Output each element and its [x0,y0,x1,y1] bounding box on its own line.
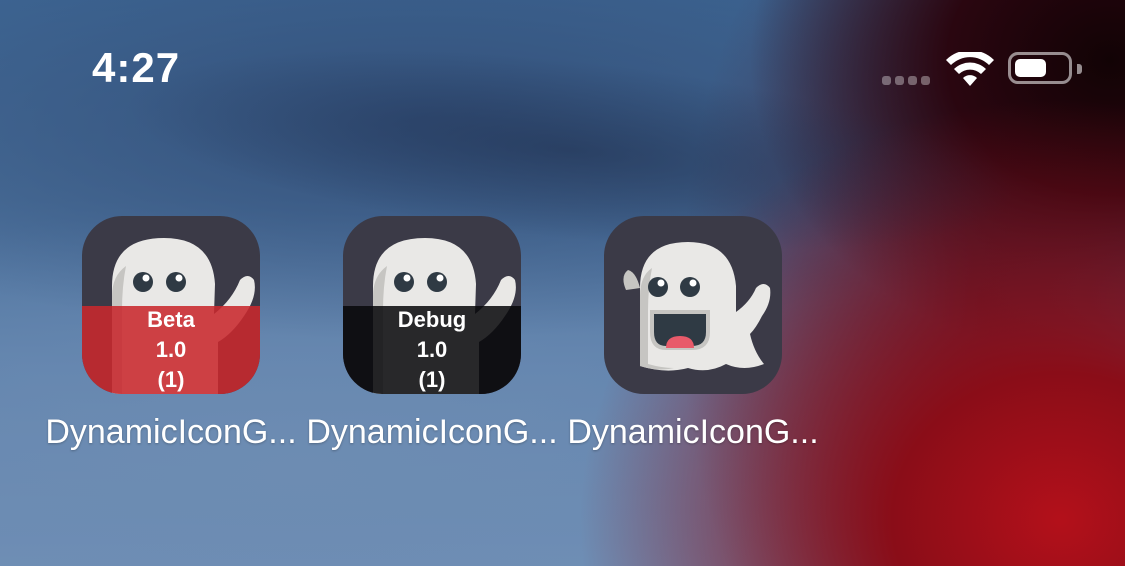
badge-build: (1) [157,367,185,392]
beta-badge: Beta 1.0 (1) [82,306,260,394]
debug-badge: Debug 1.0 (1) [343,306,521,394]
ghost-icon [623,242,771,371]
app-icon-beta[interactable]: Beta 1.0 (1) [82,216,260,394]
app-label: DynamicIconG... [45,413,297,451]
badge-variant: Debug [397,307,467,332]
badge-version: 1.0 [155,337,187,362]
badge-version: 1.0 [416,337,448,362]
app-dynamicicon-release[interactable]: DynamicIconG... [563,216,823,456]
battery-icon [1008,52,1082,84]
badge-variant: Beta [147,307,195,332]
status-bar: 4:27 [0,0,1125,120]
app-dynamicicon-beta[interactable]: Beta 1.0 (1) DynamicIconG... [41,216,301,456]
app-icon-release[interactable] [604,216,782,394]
app-label: DynamicIconG... [306,413,558,451]
app-label: DynamicIconG... [567,413,819,451]
status-time: 4:27 [92,44,181,91]
wifi-icon [946,52,994,86]
badge-build: (1) [418,367,446,392]
app-icon-debug[interactable]: Debug 1.0 (1) [343,216,521,394]
app-dynamicicon-debug[interactable]: Debug 1.0 (1) DynamicIconG... [302,216,562,456]
cellular-signal-icon [882,76,930,85]
